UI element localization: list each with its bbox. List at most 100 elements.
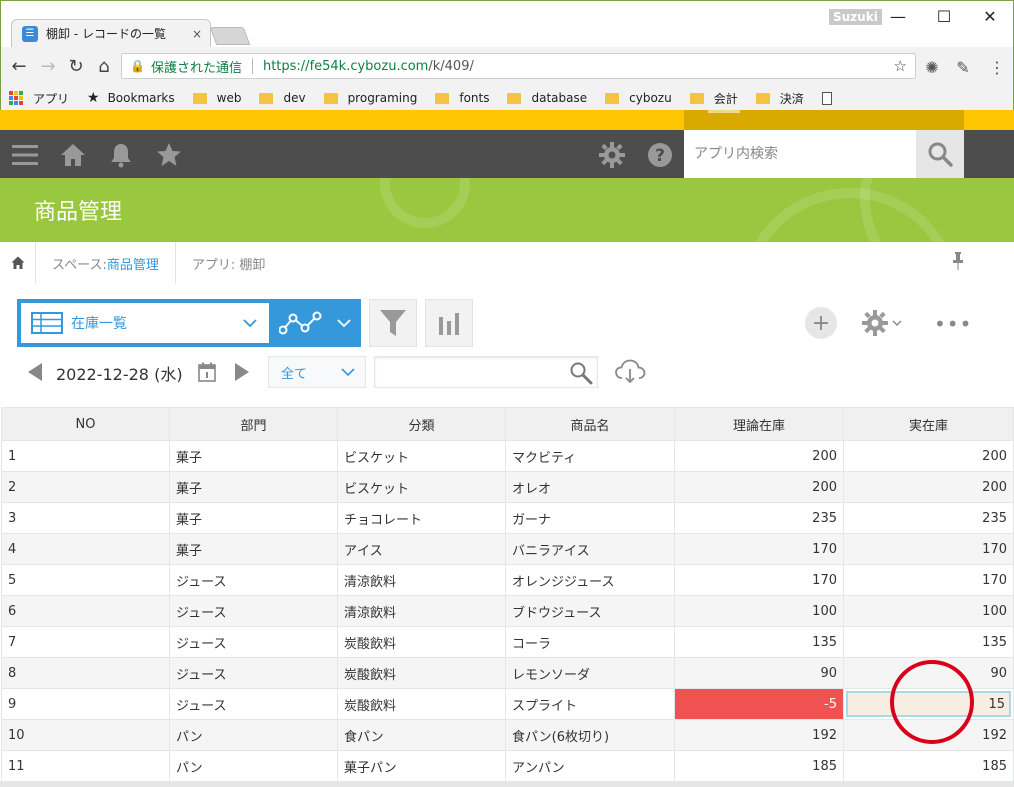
- cell-actual-stock[interactable]: 192: [843, 719, 1014, 751]
- column-header-product-name[interactable]: 商品名: [505, 407, 675, 441]
- cell-product-name[interactable]: 食パン(6枚切り): [505, 719, 675, 751]
- cell-theoretical-stock[interactable]: 90: [674, 657, 844, 689]
- bookmark-star-icon[interactable]: ☆: [894, 57, 907, 75]
- cell-product-name[interactable]: オレンジジュース: [505, 564, 675, 596]
- cell-category[interactable]: 清涼飲料: [337, 595, 506, 627]
- bookmark-folder-database[interactable]: database: [507, 91, 587, 105]
- cell-category[interactable]: 炭酸飲料: [337, 626, 506, 658]
- cell-no[interactable]: 11: [1, 750, 170, 782]
- filter-dropdown[interactable]: 全て: [268, 356, 366, 388]
- settings-gear-icon[interactable]: [597, 140, 627, 170]
- cell-product-name[interactable]: レモンソーダ: [505, 657, 675, 689]
- previous-date-arrow-icon[interactable]: [28, 363, 42, 381]
- bookmark-folder-accounting[interactable]: 会計: [689, 90, 738, 107]
- bookmark-folder-programing[interactable]: programing: [323, 91, 417, 105]
- minimize-icon[interactable]: —: [883, 5, 913, 27]
- cell-department[interactable]: ジュース: [169, 595, 338, 627]
- cell-no[interactable]: 10: [1, 719, 170, 751]
- add-record-button[interactable]: +: [805, 307, 837, 339]
- cell-department[interactable]: 菓子: [169, 502, 338, 534]
- column-header-department[interactable]: 部門: [169, 407, 338, 441]
- view-selector[interactable]: 在庫一覧: [17, 299, 269, 347]
- cell-category[interactable]: ビスケット: [337, 440, 506, 472]
- cell-theoretical-stock[interactable]: 235: [674, 502, 844, 534]
- cell-product-name[interactable]: スプライト: [505, 688, 675, 720]
- breadcrumb-home[interactable]: [0, 242, 36, 284]
- cell-category[interactable]: 菓子パン: [337, 750, 506, 782]
- table-row[interactable]: 10 パン 食パン 食パン(6枚切り) 192 192: [1, 719, 1014, 751]
- cell-theoretical-stock-negative[interactable]: -5: [674, 688, 844, 720]
- cell-department[interactable]: 菓子: [169, 533, 338, 565]
- cell-department[interactable]: ジュース: [169, 626, 338, 658]
- cell-department[interactable]: ジュース: [169, 657, 338, 689]
- breadcrumb-space[interactable]: スペース: 商品管理: [36, 242, 176, 284]
- app-search-field[interactable]: [684, 130, 916, 178]
- address-bar[interactable]: 🔒 保護された通信 https://fe54k.cybozu.com/k/409…: [121, 53, 916, 79]
- horizontal-scrollbar[interactable]: [0, 781, 1014, 787]
- bookmark-folder-payment[interactable]: 決済: [755, 90, 804, 107]
- cell-theoretical-stock[interactable]: 135: [674, 626, 844, 658]
- extension-icon[interactable]: ✎: [953, 57, 973, 77]
- cell-theoretical-stock[interactable]: 100: [674, 595, 844, 627]
- cell-no[interactable]: 8: [1, 657, 170, 689]
- home-icon[interactable]: ⌂: [90, 52, 118, 80]
- table-row[interactable]: 1 菓子 ビスケット マクビティ 200 200: [1, 440, 1014, 472]
- table-row[interactable]: 5 ジュース 清涼飲料 オレンジジュース 170 170: [1, 564, 1014, 596]
- cell-product-name[interactable]: アンパン: [505, 750, 675, 782]
- cell-product-name[interactable]: オレオ: [505, 471, 675, 503]
- cell-actual-stock[interactable]: 170: [843, 533, 1014, 565]
- cell-actual-stock[interactable]: 235: [843, 502, 1014, 534]
- cell-product-name[interactable]: ブドウジュース: [505, 595, 675, 627]
- favorites-star-icon[interactable]: [154, 140, 184, 170]
- bookmark-folder-fonts[interactable]: fonts: [435, 91, 489, 105]
- cell-category[interactable]: 炭酸飲料: [337, 688, 506, 720]
- more-options-icon[interactable]: •••: [934, 312, 972, 336]
- keyword-search-field[interactable]: [374, 356, 598, 388]
- menu-kebab-icon[interactable]: ⋮: [987, 57, 1007, 77]
- column-header-no[interactable]: NO: [1, 407, 170, 441]
- bookmark-page[interactable]: [821, 91, 838, 105]
- cell-department[interactable]: ジュース: [169, 688, 338, 720]
- cell-no[interactable]: 3: [1, 502, 170, 534]
- cell-actual-stock[interactable]: 100: [843, 595, 1014, 627]
- table-row[interactable]: 4 菓子 アイス バニラアイス 170 170: [1, 533, 1014, 565]
- cell-category[interactable]: ビスケット: [337, 471, 506, 503]
- view-selector-inner[interactable]: 在庫一覧: [21, 303, 269, 343]
- bookmark-bookmarks[interactable]: ★ Bookmarks: [87, 90, 175, 106]
- profile-user[interactable]: Suzuki: [829, 9, 882, 25]
- cell-actual-stock[interactable]: 185: [843, 750, 1014, 782]
- close-window-icon[interactable]: ✕: [975, 5, 1005, 27]
- bookmark-folder-web[interactable]: web: [192, 91, 241, 105]
- actual-stock-input[interactable]: 15: [846, 691, 1011, 717]
- download-cloud-icon[interactable]: [614, 358, 646, 388]
- table-row[interactable]: 6 ジュース 清涼飲料 ブドウジュース 100 100: [1, 595, 1014, 627]
- breadcrumb-space-link[interactable]: 商品管理: [107, 254, 159, 273]
- cell-actual-stock[interactable]: 135: [843, 626, 1014, 658]
- filter-button[interactable]: [369, 299, 417, 347]
- graph-button[interactable]: [425, 299, 473, 347]
- bookmark-apps[interactable]: アプリ: [9, 90, 69, 107]
- cell-theoretical-stock[interactable]: 170: [674, 533, 844, 565]
- calendar-icon[interactable]: [198, 362, 216, 386]
- help-question-icon[interactable]: ?: [645, 140, 675, 170]
- cell-theoretical-stock[interactable]: 200: [674, 440, 844, 472]
- app-search-button[interactable]: [916, 130, 964, 178]
- app-search-input[interactable]: [694, 146, 916, 162]
- cell-department[interactable]: 菓子: [169, 471, 338, 503]
- cell-department[interactable]: ジュース: [169, 564, 338, 596]
- column-header-category[interactable]: 分類: [337, 407, 506, 441]
- cell-product-name[interactable]: マクビティ: [505, 440, 675, 472]
- cell-theoretical-stock[interactable]: 192: [674, 719, 844, 751]
- cell-no[interactable]: 1: [1, 440, 170, 472]
- cell-product-name[interactable]: バニラアイス: [505, 533, 675, 565]
- next-date-arrow-icon[interactable]: [235, 363, 249, 381]
- table-row[interactable]: 3 菓子 チョコレート ガーナ 235 235: [1, 502, 1014, 534]
- cell-theoretical-stock[interactable]: 200: [674, 471, 844, 503]
- cell-product-name[interactable]: ガーナ: [505, 502, 675, 534]
- cell-actual-stock[interactable]: 200: [843, 471, 1014, 503]
- bookmark-folder-dev[interactable]: dev: [259, 91, 306, 105]
- cell-theoretical-stock[interactable]: 170: [674, 564, 844, 596]
- cell-actual-stock[interactable]: 90: [843, 657, 1014, 689]
- cell-no[interactable]: 6: [1, 595, 170, 627]
- cell-actual-stock[interactable]: 200: [843, 440, 1014, 472]
